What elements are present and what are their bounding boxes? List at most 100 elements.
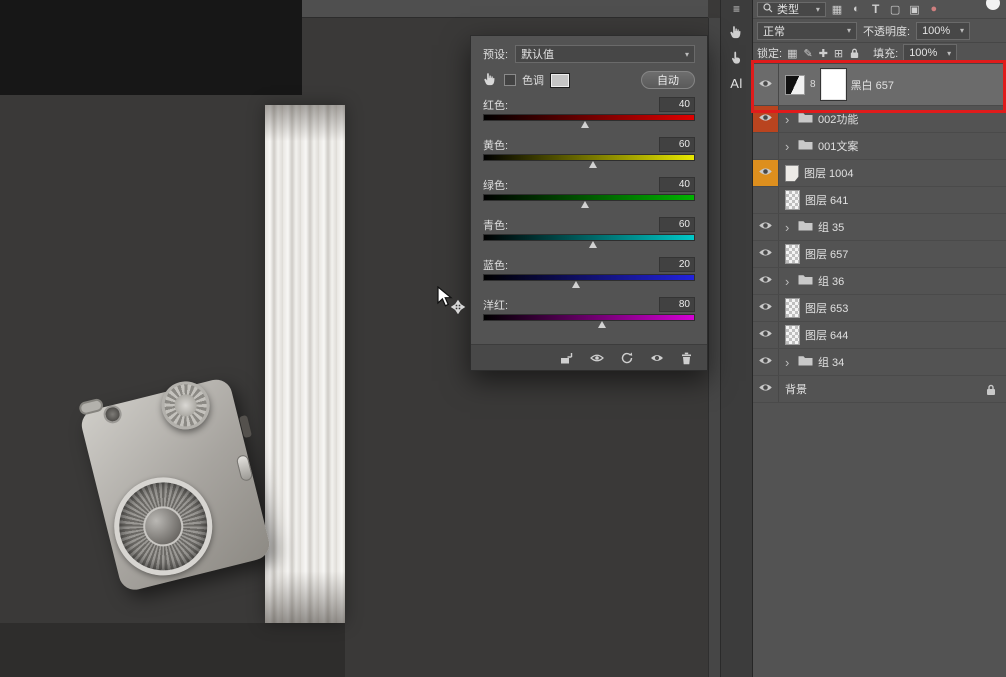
fill-input[interactable]: 100% ▾ (903, 44, 958, 62)
slider-value-input[interactable]: 80 (659, 297, 695, 312)
filter-type-select[interactable]: 类型 ▾ (757, 1, 826, 17)
layer-row[interactable]: › 8 组 35 (753, 214, 1006, 241)
layer-row[interactable]: › 8 001文案 (753, 133, 1006, 160)
slider-label: 黄色: (483, 139, 509, 152)
chevron-down-icon: ▾ (846, 26, 851, 35)
layer-filter-toggle-icon[interactable]: ● (926, 2, 942, 17)
layer-name: 组 35 (818, 222, 845, 234)
layer-name: 图层 653 (805, 303, 849, 315)
adjustment-layer-thumbnail[interactable] (785, 74, 805, 95)
visibility-toggle[interactable] (753, 187, 779, 213)
slider-handle[interactable] (597, 321, 606, 328)
group-expand-chevron[interactable]: › (785, 220, 793, 235)
layer-mask-thumbnail[interactable] (820, 69, 846, 100)
visibility-toggle[interactable] (753, 214, 779, 240)
layer-thumbnail[interactable] (785, 325, 800, 345)
layer-name: 图层 641 (805, 195, 849, 207)
lock-position-icon[interactable]: ✚ (819, 47, 828, 60)
layer-row[interactable]: › 8 图层 657 (753, 241, 1006, 268)
delete-adjustment-icon[interactable] (680, 351, 693, 365)
visibility-toggle[interactable] (753, 295, 779, 321)
group-expand-chevron[interactable]: › (785, 274, 793, 289)
eye-icon (758, 220, 773, 234)
folder-icon (798, 112, 813, 126)
folder-icon (798, 274, 813, 288)
dock-collapse-icon[interactable]: ≡ (721, 0, 752, 18)
clip-to-layer-icon[interactable] (559, 350, 574, 365)
layer-name: 图层 644 (805, 330, 849, 342)
slider-label: 红色: (483, 99, 509, 112)
layer-row[interactable]: › 8 背景 (753, 376, 1006, 403)
preset-select[interactable]: 默认值 ▾ (515, 45, 695, 63)
ai-panel-icon[interactable]: Al (721, 70, 752, 96)
tint-color-swatch[interactable] (550, 72, 570, 88)
layer-row[interactable]: › 8 组 34 (753, 349, 1006, 376)
lock-all-icon[interactable] (849, 47, 860, 59)
layer-thumbnail[interactable] (785, 298, 800, 318)
blend-mode-select[interactable]: 正常 ▾ (757, 21, 857, 40)
layer-name: 图层 657 (805, 249, 849, 261)
layers-panel: 类型 ▾ ▦ ◐ T ▢ ▣ ● 正常 ▾ 不透明度: 100% ▾ 锁定: ▦ (752, 0, 1006, 677)
slider-handle[interactable] (589, 241, 598, 248)
slider-value-input[interactable]: 60 (659, 137, 695, 152)
reset-adjustment-icon[interactable] (620, 351, 634, 365)
preset-label: 预设: (483, 49, 509, 61)
pointer-finger-icon[interactable] (721, 44, 752, 70)
document-scrollbar[interactable] (708, 18, 720, 677)
filter-type-value: 类型 (777, 4, 799, 16)
visibility-toggle[interactable] (753, 106, 779, 132)
view-previous-state-icon[interactable] (589, 352, 605, 364)
slider-value-input[interactable]: 40 (659, 97, 695, 112)
opacity-input[interactable]: 100% ▾ (916, 21, 971, 40)
layer-name: 001文案 (818, 141, 859, 153)
slider-value-input[interactable]: 20 (659, 257, 695, 272)
adjustment-layer-filter-icon[interactable]: ◐ (848, 2, 864, 17)
layer-thumbnail[interactable] (785, 244, 800, 264)
visibility-toggle[interactable] (753, 376, 779, 402)
hand-tool-icon[interactable] (721, 18, 752, 44)
tint-checkbox[interactable] (504, 74, 516, 86)
auto-button[interactable]: 自动 (641, 71, 695, 89)
visibility-toggle[interactable] (753, 322, 779, 348)
layer-thumbnail[interactable] (785, 190, 800, 210)
smart-object-filter-icon[interactable]: ▣ (906, 2, 922, 17)
visibility-toggle[interactable] (753, 241, 779, 267)
visibility-toggle[interactable] (753, 133, 779, 159)
visibility-toggle[interactable] (753, 268, 779, 294)
visibility-toggle[interactable] (753, 349, 779, 375)
eye-icon (758, 247, 773, 261)
group-expand-chevron[interactable]: › (785, 355, 793, 370)
slider-gradient-bar (483, 274, 695, 281)
layer-name: 黑白 657 (850, 79, 894, 92)
camera-product-image[interactable] (70, 363, 283, 603)
layer-row[interactable]: › 8 黑白 657 (753, 64, 1006, 106)
visibility-toggle[interactable] (753, 64, 779, 105)
shape-layer-filter-icon[interactable]: ▢ (887, 2, 903, 17)
slider-handle[interactable] (580, 201, 589, 208)
slider-handle[interactable] (580, 121, 589, 128)
lock-transparency-icon[interactable]: ▦ (787, 47, 797, 60)
smart-object-thumbnail[interactable] (785, 164, 799, 182)
lock-pixels-icon[interactable]: ✎ (803, 47, 812, 60)
type-layer-filter-icon[interactable]: T (868, 2, 884, 17)
group-expand-chevron[interactable]: › (785, 112, 793, 127)
slider-value-input[interactable]: 40 (659, 177, 695, 192)
visibility-toggle[interactable] (753, 160, 779, 186)
slider-handle[interactable] (572, 281, 581, 288)
scrubby-hand-icon[interactable] (483, 71, 498, 89)
tint-label: 色调 (522, 75, 544, 87)
lock-artboard-icon[interactable]: ⊞ (834, 47, 843, 60)
slider-value-input[interactable]: 60 (659, 217, 695, 232)
slider-handle[interactable] (589, 161, 598, 168)
toggle-visibility-icon[interactable] (649, 352, 665, 364)
layer-row[interactable]: › 8 图层 644 (753, 322, 1006, 349)
layer-row[interactable]: › 8 图层 653 (753, 295, 1006, 322)
layer-row[interactable]: › 8 图层 1004 (753, 160, 1006, 187)
chevron-down-icon: ▾ (684, 49, 689, 59)
blend-mode-value: 正常 (763, 25, 785, 38)
pixel-layer-filter-icon[interactable]: ▦ (829, 2, 845, 17)
layer-row[interactable]: › 8 002功能 (753, 106, 1006, 133)
layer-row[interactable]: › 8 组 36 (753, 268, 1006, 295)
group-expand-chevron[interactable]: › (785, 139, 793, 154)
layer-row[interactable]: › 8 图层 641 (753, 187, 1006, 214)
